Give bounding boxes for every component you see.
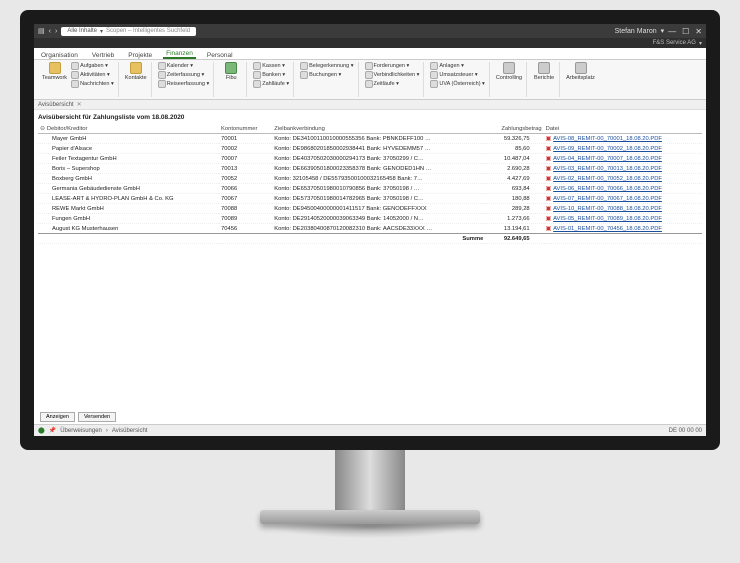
ribbon-forderungen[interactable]: Forderungen ▾ — [365, 62, 420, 70]
menu-tab-personal[interactable]: Personal — [204, 51, 236, 59]
table-row[interactable]: Boxberg GmbH70052Konto: 32105458 / DE557… — [38, 174, 702, 184]
history-back-icon[interactable]: ‹ — [49, 28, 51, 35]
file-link[interactable]: AVIS-10_REMIT-00_70088_18.08.20.PDF — [553, 206, 662, 212]
sum-row: Summe92.649,65 — [38, 234, 702, 244]
menu-tab-finanzen[interactable]: Finanzen — [163, 49, 196, 59]
pdf-icon: ▣ — [546, 176, 551, 182]
avis-table: ⊖Debitor/KreditorKontonummerZielbankverb… — [38, 125, 702, 244]
controlling-button[interactable]: Controlling — [496, 62, 522, 81]
status-bar: ⬤ 📌 Überweisungen › Avisübersicht DE 00 … — [34, 424, 706, 436]
title-bar: ▤ ‹ › Alle Inhalte ▾ Scopen – Intelligen… — [34, 24, 706, 38]
close-icon[interactable]: ✕ — [695, 27, 702, 36]
table-row[interactable]: Germania Gebäudedienste GmbH70066Konto: … — [38, 184, 702, 194]
versenden-button[interactable]: Versenden — [78, 412, 116, 422]
pdf-icon: ▣ — [546, 186, 551, 192]
history-fwd-icon[interactable]: › — [55, 28, 57, 35]
file-link[interactable]: AVIS-01_REMIT-00_70456_18.08.20.PDF — [553, 226, 662, 232]
col-2[interactable]: Zielbankverbindung — [272, 125, 485, 134]
arbeitsplatz-button[interactable]: Arbeitsplatz — [566, 62, 595, 81]
maximize-icon[interactable]: ☐ — [682, 27, 689, 36]
table-row[interactable]: Mayer GmbH70001Konto: DE3410011001000055… — [38, 134, 702, 144]
ribbon-anlagen[interactable]: Anlagen ▾ — [430, 62, 484, 70]
ribbon-aufgaben[interactable]: Aufgaben ▾ — [71, 62, 114, 70]
search-scope: Alle Inhalte — [67, 28, 97, 34]
status-home-icon[interactable]: ⬤ — [38, 427, 45, 434]
close-tab-icon[interactable]: ✕ — [77, 101, 82, 108]
status-pin-icon[interactable]: 📌 — [49, 427, 56, 434]
kontakte-button[interactable]: Kontakte — [125, 62, 147, 81]
ribbon-uva-sterreich-[interactable]: UVA (Österreich) ▾ — [430, 80, 484, 88]
file-link[interactable]: AVIS-09_REMIT-00_70002_18.08.20.PDF — [553, 146, 662, 152]
pdf-icon: ▣ — [546, 216, 551, 222]
ribbon-verbindlichkeiten[interactable]: Verbindlichkeiten ▾ — [365, 71, 420, 79]
status-crumb-2[interactable]: Avisübersicht — [112, 428, 148, 434]
menu-tab-organisation[interactable]: Organisation — [38, 51, 81, 59]
ribbon-kassen[interactable]: Kassen ▾ — [253, 62, 289, 70]
pdf-icon: ▣ — [546, 136, 551, 142]
pdf-icon: ▣ — [546, 226, 551, 232]
ribbon-belegerkennung[interactable]: Belegerkennung ▾ — [300, 62, 353, 70]
berichte-button[interactable]: Berichte — [533, 62, 555, 81]
ribbon-zahll-ufe[interactable]: Zahlläufe ▾ — [253, 80, 289, 88]
file-link[interactable]: AVIS-07_REMIT-00_70067_18.08.20.PDF — [553, 196, 662, 202]
minimize-icon[interactable]: ― — [668, 27, 676, 36]
col-0[interactable]: ⊖Debitor/Kreditor — [38, 125, 219, 134]
breadcrumb-tab[interactable]: Avisübersicht — [38, 102, 74, 108]
app-menu-icon[interactable]: ▤ — [38, 27, 45, 35]
menu-tab-vertrieb[interactable]: Vertrieb — [89, 51, 117, 59]
table-row[interactable]: LEASE-ART & HYDRO-PLAN GmbH & Co. KG7006… — [38, 194, 702, 204]
chevron-down-icon[interactable]: ▾ — [699, 40, 702, 47]
ribbon-buchungen[interactable]: Buchungen ▾ — [300, 71, 353, 79]
main-menu-tabs: Organisation Vertrieb Projekte Finanzen Pers… — [34, 48, 706, 60]
col-3[interactable]: Zahlungsbetrag — [485, 125, 543, 134]
table-row[interactable]: August KG Musterhausen70456Konto: DE2038… — [38, 224, 702, 234]
sub-title-bar: F&S Service AG ▾ — [34, 38, 706, 48]
file-link[interactable]: AVIS-08_REMIT-00_70001_18.08.20.PDF — [553, 136, 662, 142]
teamwork-button[interactable]: Teamwork — [42, 62, 67, 81]
table-row[interactable]: Fungen GmbH70089Konto: DE291405200000390… — [38, 214, 702, 224]
ribbon-aktivit-ten[interactable]: Aktivitäten ▾ — [71, 71, 114, 79]
ribbon-zeitl-ufe[interactable]: Zeitläufe ▾ — [365, 80, 420, 88]
menu-tab-projekte[interactable]: Projekte — [125, 51, 155, 59]
file-link[interactable]: AVIS-04_REMIT-00_70007_18.08.20.PDF — [553, 156, 662, 162]
col-1[interactable]: Kontonummer — [219, 125, 272, 134]
anzeigen-button[interactable]: Anzeigen — [40, 412, 75, 422]
ribbon-zeiterfassung[interactable]: Zeiterfassung ▾ — [158, 71, 210, 79]
ribbon-reiseerfassung[interactable]: Reiseerfassung ▾ — [158, 80, 210, 88]
status-crumb-1[interactable]: Überweisungen — [60, 428, 102, 434]
pdf-icon: ▣ — [546, 156, 551, 162]
ribbon: Teamwork Aufgaben ▾Aktivitäten ▾Nachrich… — [34, 60, 706, 100]
file-link[interactable]: AVIS-05_REMIT-00_70089_18.08.20.PDF — [553, 216, 662, 222]
file-link[interactable]: AVIS-03_REMIT-00_70013_18.08.20.PDF — [553, 166, 662, 172]
chevron-down-icon[interactable]: ▾ — [100, 28, 103, 35]
pdf-icon: ▣ — [546, 196, 551, 202]
global-search[interactable]: Alle Inhalte ▾ Scopen – Intelligentes Su… — [61, 27, 196, 36]
table-row[interactable]: REWE Markt GmbH70088Konto: DE94500400000… — [38, 204, 702, 214]
file-link[interactable]: AVIS-06_REMIT-00_70066_18.08.20.PDF — [553, 186, 662, 192]
chevron-down-icon[interactable]: ▾ — [661, 27, 665, 35]
table-row[interactable]: Boris – Supershop70013Konto: DE663905018… — [38, 164, 702, 174]
ribbon-kalender[interactable]: Kalender ▾ — [158, 62, 210, 70]
col-4[interactable]: Datei — [544, 125, 702, 134]
user-name[interactable]: Stefan Maron — [615, 28, 657, 35]
search-placeholder: Scopen – Intelligentes Suchfeld — [106, 28, 190, 34]
table-row[interactable]: Papier d'Alsace70002Konto: DE98680201850… — [38, 144, 702, 154]
ribbon-banken[interactable]: Banken ▾ — [253, 71, 289, 79]
pdf-icon: ▣ — [546, 166, 551, 172]
ribbon-nachrichten[interactable]: Nachrichten ▾ — [71, 80, 114, 88]
table-row[interactable]: Feiler Textagentur GmbH70007Konto: DE403… — [38, 154, 702, 164]
fibu-button[interactable]: Fibu — [220, 62, 242, 81]
company-name[interactable]: F&S Service AG — [653, 40, 696, 46]
report-title: Avisübersicht für Zahlungsliste vom 18.0… — [38, 114, 702, 121]
status-right: DE 00 00 00 — [669, 428, 702, 434]
breadcrumb: Avisübersicht ✕ — [34, 100, 706, 110]
ribbon-umsatzsteuer[interactable]: Umsatzsteuer ▾ — [430, 71, 484, 79]
pdf-icon: ▣ — [546, 146, 551, 152]
file-link[interactable]: AVIS-02_REMIT-00_70052_18.08.20.PDF — [553, 176, 662, 182]
content-area: Avisübersicht für Zahlungsliste vom 18.0… — [34, 110, 706, 436]
pdf-icon: ▣ — [546, 206, 551, 212]
